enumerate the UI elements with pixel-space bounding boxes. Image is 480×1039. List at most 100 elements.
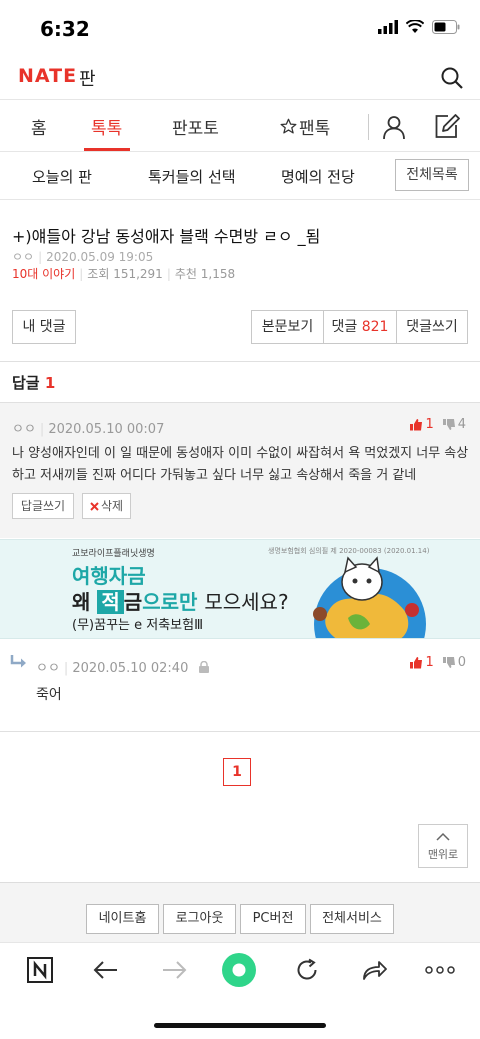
post-category[interactable]: 10대 이야기: [12, 267, 75, 281]
chevron-up-icon: [436, 832, 450, 841]
comment-upvote-button[interactable]: 1: [409, 417, 434, 432]
post-meta: ㅇㅇ | 2020.05.09 19:05: [12, 250, 154, 264]
post-recommends: 추천 1,158: [174, 267, 236, 281]
forward-icon: [156, 954, 192, 986]
thumbs-up-icon: [410, 419, 423, 431]
delete-button[interactable]: 삭제: [82, 493, 131, 519]
replies-header: 답글 1: [12, 372, 55, 393]
ad-word-save: 모으세요?: [204, 590, 289, 614]
search-icon[interactable]: [438, 64, 466, 92]
green-dot-icon[interactable]: [221, 953, 257, 987]
view-body-button[interactable]: 본문보기: [251, 310, 324, 344]
sub-nav: 오늘의 판 톡커들의 선택 명예의 전당 전체목록: [0, 152, 480, 200]
comment-votes: 1 4: [409, 417, 466, 432]
ad-illustration: [313, 556, 426, 638]
ad-company: 교보라이프플래닛생명: [72, 549, 155, 559]
tab-home[interactable]: 홈: [31, 114, 47, 139]
reply-upvote-button[interactable]: 1: [409, 655, 434, 670]
comment-date: 2020.05.10 00:07: [48, 422, 165, 437]
comments-button[interactable]: 댓글 821: [323, 310, 397, 344]
ad-banner[interactable]: 교보라이프플래닛생명 생명보험협회 심의필 제 2020-00083 (2020…: [0, 539, 480, 639]
reply: [0, 640, 480, 732]
scroll-top-label: 맨위로: [427, 848, 459, 861]
ad-word-jeok: 적: [97, 590, 124, 614]
write-comment-button[interactable]: 댓글쓰기: [396, 310, 468, 344]
tab-panphoto[interactable]: 판포토: [172, 114, 219, 139]
status-bar: 6:32: [0, 0, 480, 56]
reply-upvote-count: 1: [425, 655, 434, 670]
pann-logo[interactable]: 판: [79, 65, 96, 91]
ad-word-why: 왜: [72, 590, 91, 614]
comment-author: ㅇㅇ: [12, 422, 36, 437]
thumbs-down-icon: [442, 657, 455, 668]
share-icon[interactable]: [356, 954, 392, 986]
reply-downvote-button[interactable]: 0: [442, 655, 466, 670]
main-tabs: 홈 톡톡 판포토 팬톡: [0, 100, 480, 152]
refresh-icon[interactable]: [289, 954, 325, 986]
delete-label: 삭제: [100, 499, 124, 513]
post-date: 2020.05.09 19:05: [46, 250, 154, 264]
comment-upvote-count: 1: [425, 417, 434, 432]
naver-icon[interactable]: [22, 954, 58, 986]
post-title: +)얘들아 강남 동성애자 블랙 수면방 ㄹㅇ _됨: [12, 227, 321, 246]
reply-downvote-count: 0: [457, 655, 466, 670]
scroll-top-button[interactable]: 맨위로: [418, 824, 468, 868]
reply-votes: 1 0: [409, 655, 466, 670]
reply-author: ㅇㅇ: [36, 661, 60, 676]
nate-logo[interactable]: NATE: [18, 65, 77, 87]
footer-all-services[interactable]: 전체서비스: [310, 904, 394, 934]
home-indicator: [154, 1023, 326, 1028]
ad-product: (무)꿈꾸는 e 저축보험Ⅲ: [72, 618, 204, 633]
signal-icon: [378, 20, 398, 34]
reply-text: 죽어: [36, 687, 62, 703]
ad-word-only: 으로만: [142, 590, 198, 614]
star-icon: [280, 118, 297, 134]
ad-word-geum: 금: [123, 590, 143, 614]
replies-count: 1: [44, 374, 56, 392]
page-current[interactable]: 1: [223, 758, 251, 786]
thumbs-down-icon: [442, 419, 455, 430]
footer-pc-version[interactable]: PC버전: [240, 904, 306, 934]
all-list-button[interactable]: 전체목록: [395, 159, 469, 191]
battery-icon: [432, 20, 460, 34]
comments-label: 댓글: [331, 319, 358, 335]
subnav-talkers-choice[interactable]: 톡커들의 선택: [148, 166, 236, 187]
lock-icon: [199, 660, 210, 673]
comment-downvote-button[interactable]: 4: [442, 417, 466, 432]
post-author: ㅇㅇ: [12, 250, 35, 264]
comment-downvote-count: 4: [457, 417, 466, 432]
thumbs-up-icon: [410, 657, 423, 669]
reply-date: 2020.05.10 02:40: [72, 661, 189, 676]
more-icon[interactable]: [422, 954, 458, 986]
footer-logout[interactable]: 로그아웃: [163, 904, 236, 934]
reply-meta: ㅇㅇ | 2020.05.10 02:40: [36, 657, 210, 676]
tab-fantok-label: 팬톡: [299, 119, 331, 139]
write-icon[interactable]: [433, 112, 461, 140]
tab-divider: [368, 114, 369, 140]
reply-arrow-icon: [10, 655, 26, 668]
subnav-today[interactable]: 오늘의 판: [32, 166, 92, 187]
my-comments-button[interactable]: 내 댓글: [12, 310, 76, 344]
comment-text: 나 양성애자인데 이 일 때문에 동성애자 이미 수없이 싸잡혀서 욕 먹었겠지…: [12, 446, 469, 483]
status-time: 6:32: [40, 17, 90, 41]
post-views: 조회 151,291: [87, 267, 163, 281]
tab-fantok[interactable]: 팬톡: [280, 114, 330, 139]
back-icon[interactable]: [88, 954, 124, 986]
wifi-icon: [406, 20, 424, 33]
subnav-hall-of-fame[interactable]: 명예의 전당: [281, 166, 355, 187]
close-icon: [90, 501, 99, 511]
comment-meta: ㅇㅇ | 2020.05.10 00:07: [12, 422, 165, 437]
replies-label: 답글: [12, 374, 40, 392]
tab-toktok[interactable]: 톡톡: [91, 114, 122, 139]
divider: [0, 361, 480, 362]
app-header: NATE 판: [0, 56, 480, 100]
footer-nate-home[interactable]: 네이트홈: [86, 904, 159, 934]
comments-count: 821: [361, 319, 389, 335]
active-tab-indicator: [84, 148, 130, 151]
ad-headline: 여행자금: [72, 564, 146, 588]
reply-write-button[interactable]: 답글쓰기: [12, 493, 74, 519]
post-stats: 10대 이야기 | 조회 151,291 | 추천 1,158: [12, 267, 236, 281]
status-icons: [378, 20, 460, 34]
ad-subheadline: 왜 적 금으로만 모으세요?: [72, 586, 289, 615]
user-icon[interactable]: [381, 114, 407, 140]
